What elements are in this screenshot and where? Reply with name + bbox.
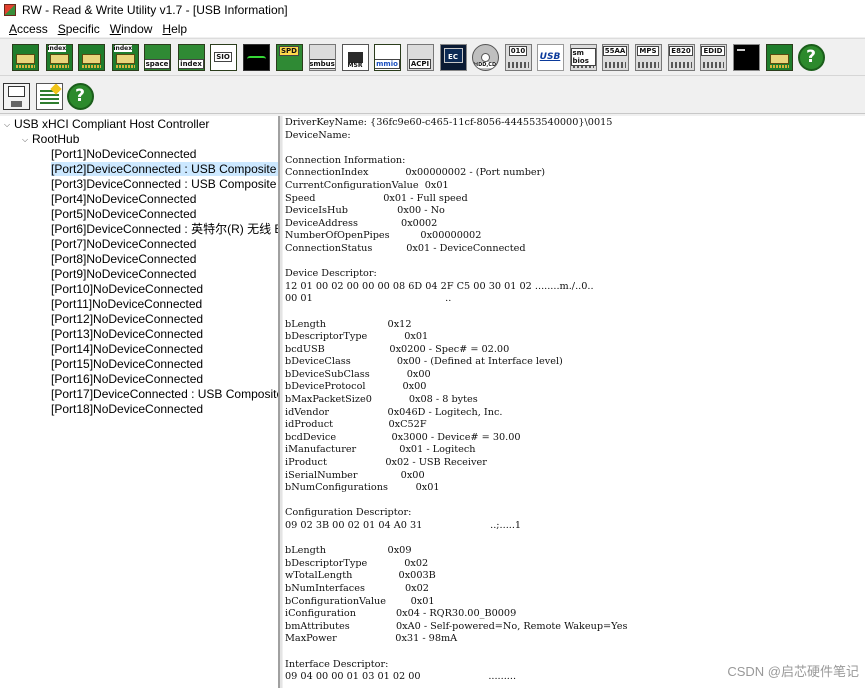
tree-node-port[interactable]: [Port4]NoDeviceConnected xyxy=(51,192,196,207)
sio-chip-icon: SIO xyxy=(209,43,237,71)
memory-icon xyxy=(77,43,105,71)
io-index-button[interactable]: index xyxy=(176,42,206,72)
tree-node-port[interactable]: [Port7]NoDeviceConnected xyxy=(51,237,196,252)
mmio-button[interactable]: mmio xyxy=(372,42,402,72)
binary-icon: 010 xyxy=(504,43,532,71)
edit-button[interactable] xyxy=(34,81,64,111)
mps-button[interactable]: MPS xyxy=(633,42,663,72)
mmio-icon: mmio xyxy=(373,43,401,71)
tree-node-port[interactable]: [Port5]NoDeviceConnected xyxy=(51,207,196,222)
pci-index-button[interactable]: index xyxy=(44,42,74,72)
edit-icon xyxy=(35,82,63,110)
descriptor-text: DriverKeyName: {36fc9e60-c465-11cf-8056-… xyxy=(285,117,628,683)
menu-help[interactable]: Help xyxy=(157,22,192,36)
main-toolbar: index index space index SIO SPD smbus MS… xyxy=(0,38,865,76)
usb-detail-pane[interactable]: DriverKeyName: {36fc9e60-c465-11cf-8056-… xyxy=(283,116,865,688)
tree-node-port[interactable]: [Port9]NoDeviceConnected xyxy=(51,267,196,282)
menu-specific[interactable]: Specific xyxy=(53,22,105,36)
tree-node-port[interactable]: [Port16]NoDeviceConnected xyxy=(51,372,203,387)
expand-icon[interactable]: ⌵ xyxy=(4,117,14,132)
help-button-secondary[interactable]: ? xyxy=(65,81,95,111)
smbios-icon: sm bios xyxy=(569,43,597,71)
save-icon xyxy=(2,82,30,110)
io-space-button[interactable]: space xyxy=(142,42,172,72)
help-icon: ? xyxy=(797,43,825,71)
ec-icon: EC xyxy=(439,43,467,71)
010-button[interactable]: 010 xyxy=(503,42,533,72)
help-icon: ? xyxy=(66,82,94,110)
acpi-icon: ACPI xyxy=(406,43,434,71)
option-rom-button[interactable]: 55AA xyxy=(600,42,630,72)
window-title: RW - Read & Write Utility v1.7 - [USB In… xyxy=(22,3,288,17)
tree-node-port-selected[interactable]: [Port2]DeviceConnected : USB Composite D xyxy=(51,162,278,177)
menu-window[interactable]: Window xyxy=(105,22,158,36)
help-button[interactable]: ? xyxy=(796,42,826,72)
edid-button[interactable]: EDID xyxy=(698,42,728,72)
smbus-icon: smbus xyxy=(308,43,336,71)
spd-button[interactable]: SPD xyxy=(274,42,304,72)
tree-node-roothub[interactable]: ⌵ RootHub xyxy=(22,132,79,147)
tree-node-port[interactable]: [Port11]NoDeviceConnected xyxy=(51,297,202,312)
tree-node-port[interactable]: [Port17]DeviceConnected : USB Composite … xyxy=(51,387,278,402)
tree-node-port[interactable]: [Port10]NoDeviceConnected xyxy=(51,282,203,297)
title-bar: RW - Read & Write Utility v1.7 - [USB In… xyxy=(0,0,865,20)
acpi-button[interactable]: ACPI xyxy=(405,42,435,72)
tree-node-port[interactable]: [Port18]NoDeviceConnected xyxy=(51,402,203,417)
tree-node-port[interactable]: [Port14]NoDeviceConnected xyxy=(51,342,203,357)
memory-index-button[interactable]: index xyxy=(110,42,140,72)
tree-node-port[interactable]: [Port6]DeviceConnected : 英特尔(R) 无线 Blue xyxy=(51,222,278,237)
smbus-button[interactable]: smbus xyxy=(307,42,337,72)
usb-icon: USB xyxy=(536,43,564,71)
tree-node-controller[interactable]: ⌵ USB xHCI Compliant Host Controller xyxy=(4,117,209,132)
ata-button[interactable]: HDD,CD xyxy=(470,42,500,72)
usb-button[interactable]: USB xyxy=(535,42,565,72)
msr-button[interactable]: MSR xyxy=(340,42,370,72)
pci-index-icon: index xyxy=(45,43,73,71)
pci-card-icon xyxy=(11,43,39,71)
mps-icon: MPS xyxy=(634,43,662,71)
oscilloscope-icon xyxy=(242,43,270,71)
memory-button[interactable] xyxy=(76,42,106,72)
e820-icon: E820 xyxy=(667,43,695,71)
clock-gen-button[interactable] xyxy=(241,42,271,72)
cpu-msr-icon: MSR xyxy=(341,43,369,71)
expand-icon[interactable]: ⌵ xyxy=(22,132,32,147)
e820-button[interactable]: E820 xyxy=(666,42,696,72)
io-space-icon: space xyxy=(143,43,171,71)
smbios-button[interactable]: sm bios xyxy=(568,42,598,72)
usb-tree[interactable]: ⌵ USB xHCI Compliant Host Controller ⌵ Roo… xyxy=(0,116,279,688)
command-window-icon xyxy=(732,43,760,71)
tree-node-port[interactable]: [Port1]NoDeviceConnected xyxy=(51,147,196,162)
memory-index-icon: index xyxy=(111,43,139,71)
pane-splitter[interactable] xyxy=(279,116,282,688)
tree-node-port[interactable]: [Port12]NoDeviceConnected xyxy=(51,312,203,327)
pci-tool-button[interactable] xyxy=(764,42,794,72)
io-index-icon: index xyxy=(177,43,205,71)
tree-node-port[interactable]: [Port13]NoDeviceConnected xyxy=(51,327,203,342)
edid-icon: EDID xyxy=(699,43,727,71)
tree-node-port[interactable]: [Port8]NoDeviceConnected xyxy=(51,252,196,267)
ec-button[interactable]: EC xyxy=(438,42,468,72)
spd-icon: SPD xyxy=(275,43,303,71)
watermark: CSDN @启芯硬件笔记 xyxy=(727,664,859,679)
pci-tool-icon xyxy=(765,43,793,71)
menu-bar: Access Specific Window Help xyxy=(0,20,865,37)
menu-access[interactable]: Access xyxy=(4,22,53,36)
app-icon xyxy=(4,4,16,16)
secondary-toolbar: ? xyxy=(0,78,865,114)
option-rom-icon: 55AA xyxy=(601,43,629,71)
tree-node-port[interactable]: [Port3]DeviceConnected : USB Composite D xyxy=(51,177,278,192)
pci-button[interactable] xyxy=(10,42,40,72)
tree-node-port[interactable]: [Port15]NoDeviceConnected xyxy=(51,357,203,372)
save-button[interactable] xyxy=(1,81,31,111)
sio-button[interactable]: SIO xyxy=(208,42,238,72)
disk-icon: HDD,CD xyxy=(471,43,499,71)
command-button[interactable] xyxy=(731,42,761,72)
